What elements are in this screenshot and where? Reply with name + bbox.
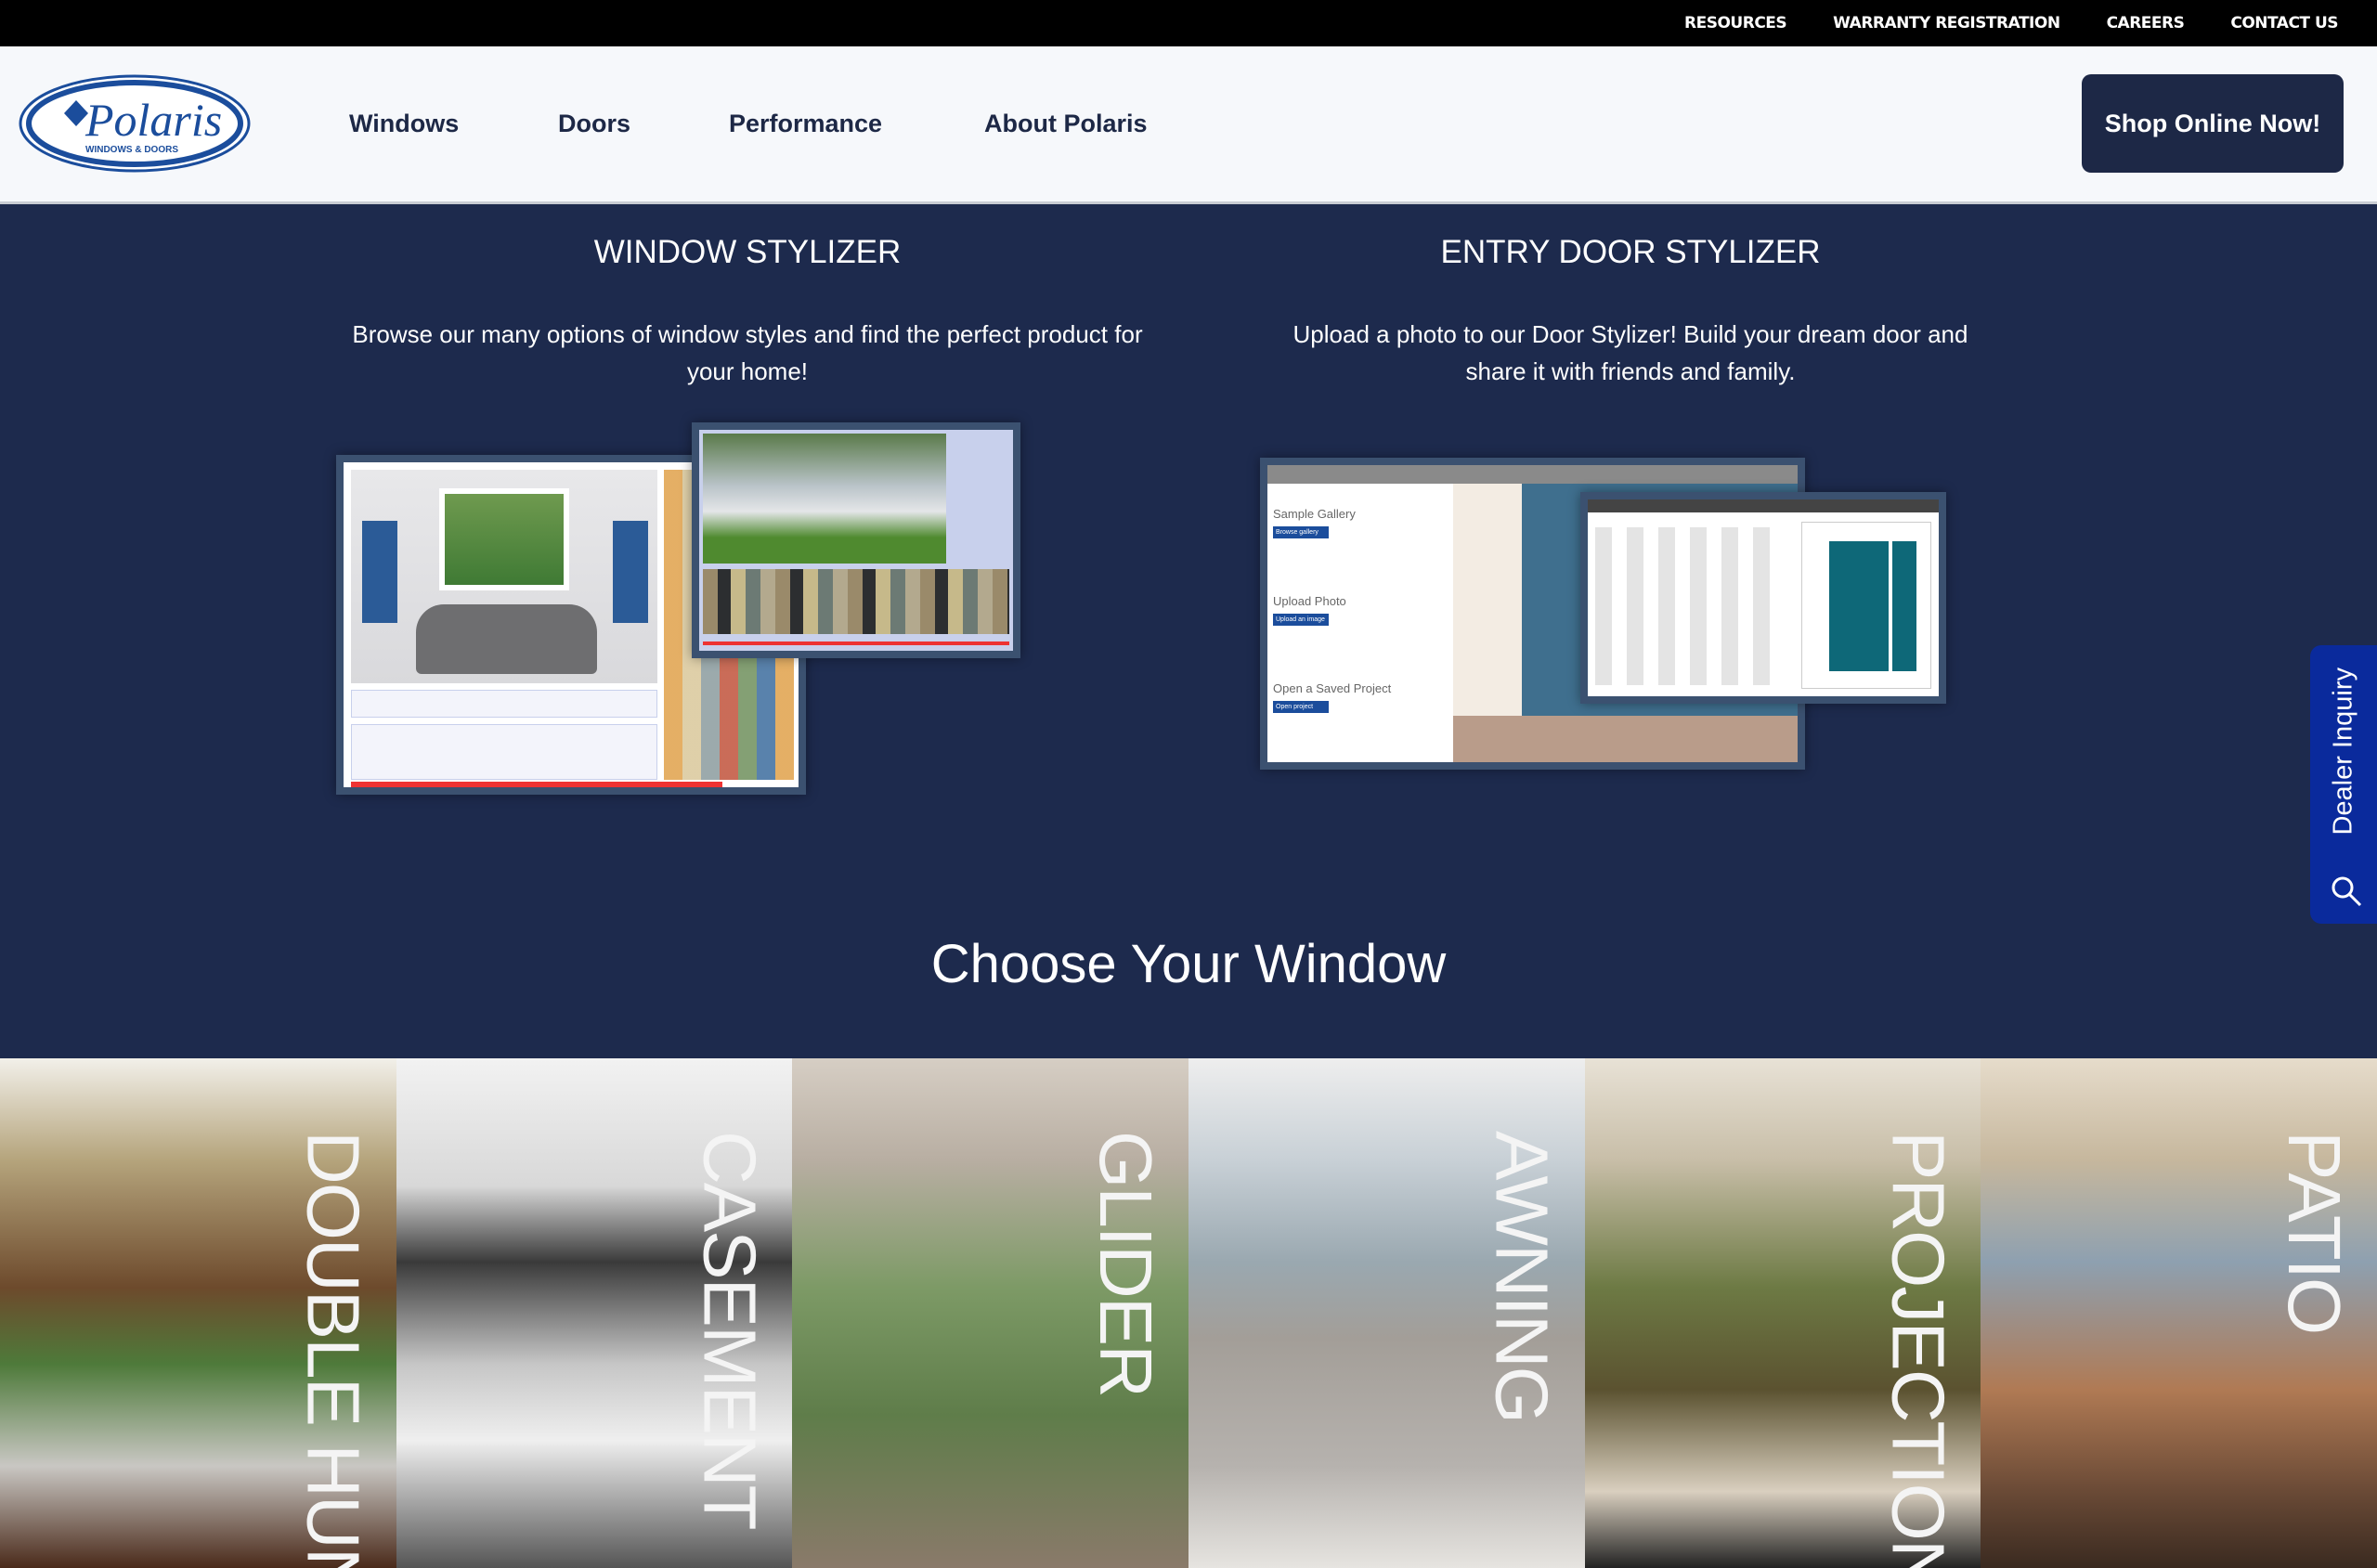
svg-text:Polaris: Polaris [84,94,222,146]
window-stylizer-title: WINDOW STYLIZER [593,234,902,270]
tile-glider[interactable]: GLIDER [792,1058,1189,1568]
link-warranty-registration[interactable]: WARRANTY REGISTRATION [1833,14,2060,32]
tile-label: DOUBLE HUNG [295,1131,370,1568]
window-stylizer-description: Browse our many options of window styles… [352,320,1143,385]
tile-projection[interactable]: PROJECTION [1584,1058,1981,1568]
dealer-inquiry-label: Dealer Inquiry [2328,667,2358,836]
nav-doors[interactable]: Doors [558,110,630,138]
house-stylizer-preview[interactable] [692,422,1020,658]
door-stylizer-description: Upload a photo to our Door Stylizer! Bui… [1292,320,1968,385]
search-icon [2332,876,2362,907]
nav-windows[interactable]: Windows [349,110,459,138]
tile-double-hung[interactable]: DOUBLE HUNG [0,1058,396,1568]
link-contact-us[interactable]: CONTACT US [2230,14,2338,32]
window-type-tiles: DOUBLE HUNG CASEMENT GLIDER AWNING PROJE… [0,1058,2377,1568]
tile-label: AWNING [1484,1131,1559,1422]
door-stylizer-title: ENTRY DOOR STYLIZER [1440,234,1821,270]
polaris-logo[interactable]: Polaris WINDOWS & DOORS [19,74,251,173]
svg-text:WINDOWS & DOORS: WINDOWS & DOORS [85,145,178,155]
tile-patio[interactable]: PATIO [1981,1058,2377,1568]
nav-about-polaris[interactable]: About Polaris [984,110,1148,138]
top-utility-bar: RESOURCES WARRANTY REGISTRATION CAREERS … [0,0,2377,46]
nav-performance[interactable]: Performance [729,110,882,138]
tile-label: PROJECTION [1880,1131,1955,1568]
tile-label: PATIO [2277,1131,2352,1334]
door-designer-preview[interactable] [1580,492,1946,704]
room-image [351,470,657,683]
tile-label: CASEMENT [692,1131,767,1529]
door-preview-menu: Sample Gallery Browse gallery Upload Pho… [1267,484,1453,762]
tile-awning[interactable]: AWNING [1188,1058,1585,1568]
tile-label: GLIDER [1088,1131,1163,1396]
link-resources[interactable]: RESOURCES [1684,14,1787,32]
main-header: Polaris WINDOWS & DOORS Windows Doors Pe… [0,46,2377,204]
shop-online-button[interactable]: Shop Online Now! [2082,74,2344,173]
link-careers[interactable]: CAREERS [2107,14,2185,32]
dealer-inquiry-tab[interactable]: Dealer Inquiry [2310,645,2377,924]
choose-window-heading: Choose Your Window [930,934,1447,994]
tile-casement[interactable]: CASEMENT [396,1058,793,1568]
